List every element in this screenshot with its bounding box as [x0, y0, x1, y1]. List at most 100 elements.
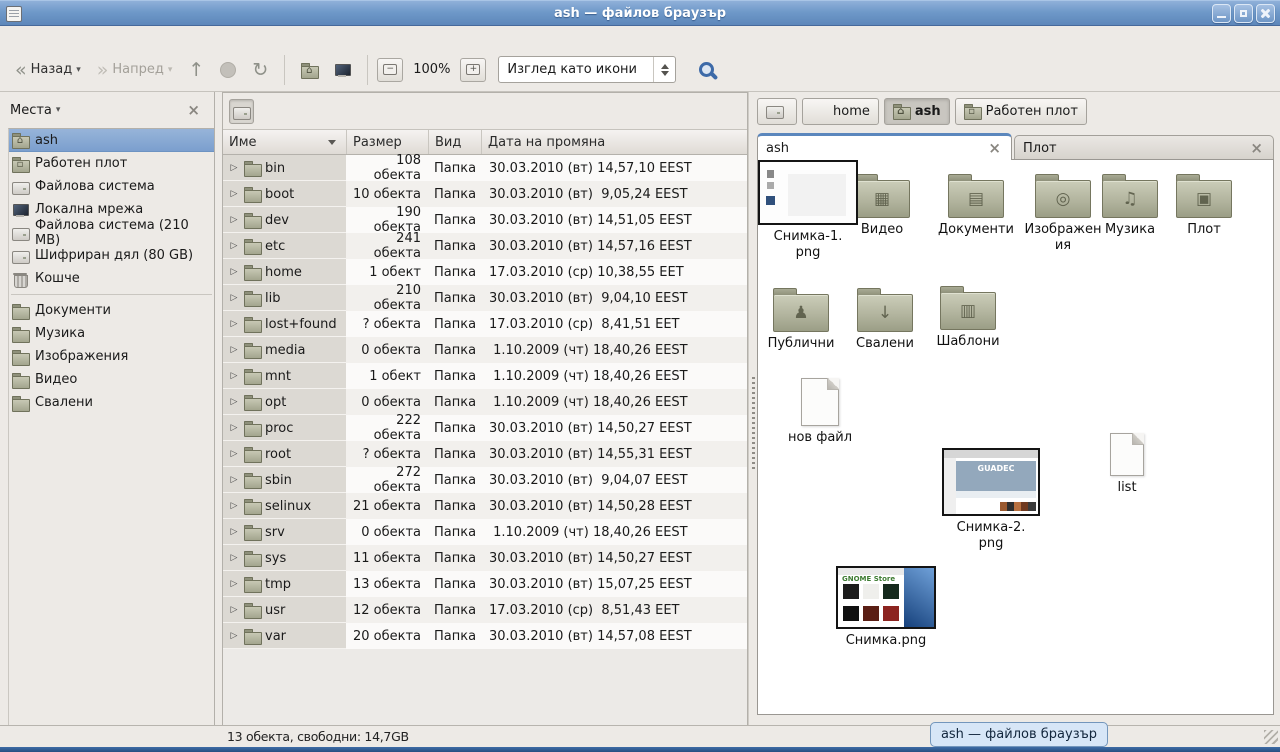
file-item[interactable]: list — [1074, 433, 1180, 496]
computer-button[interactable] — [327, 57, 358, 83]
up-button[interactable]: ↑ — [181, 57, 211, 83]
file-item[interactable]: ◎ Изображен ия — [1024, 172, 1102, 254]
tab-close-icon[interactable]: × — [1248, 139, 1265, 157]
path-button[interactable]: home — [802, 98, 879, 125]
expander-icon[interactable]: ▷ — [228, 267, 240, 277]
pane-splitter[interactable] — [215, 92, 222, 725]
expander-icon[interactable]: ▷ — [228, 501, 240, 511]
expander-icon[interactable]: ▷ — [228, 449, 240, 459]
icon-view[interactable]: ▦ Видео ▤ Документи ◎ — [757, 159, 1274, 715]
zoom-out-button[interactable]: − — [377, 58, 403, 82]
table-row[interactable]: ▷ root ? обекта Папка 30.03.2010 (вт) 14… — [223, 441, 747, 467]
taskbar-window-button[interactable]: ash — файлов браузър — [930, 722, 1108, 747]
file-item[interactable]: ♫ Музика — [1094, 172, 1166, 238]
file-item[interactable]: ♟ Публични — [763, 286, 839, 352]
sidebar-item[interactable]: Файлова система (210 MB) — [9, 221, 214, 244]
file-item[interactable]: нов файл — [770, 378, 870, 446]
back-dropdown-icon[interactable]: ▾ — [76, 65, 81, 75]
sidebar-item[interactable]: Документи — [9, 299, 214, 322]
forward-button[interactable]: » Напред ▾ — [90, 57, 180, 83]
sidebar-item[interactable]: Видео — [9, 368, 214, 391]
menu-item[interactable] — [44, 35, 64, 39]
path-button[interactable]: ⌂ ash — [884, 98, 950, 125]
table-row[interactable]: ▷ opt 0 обекта Папка 1.10.2009 (чт) 18,4… — [223, 389, 747, 415]
home-button[interactable]: ⌂ — [294, 57, 325, 83]
zoom-in-button[interactable]: + — [460, 58, 486, 82]
expander-icon[interactable]: ▷ — [228, 527, 240, 537]
table-row[interactable]: ▷ mnt 1 обект Папка 1.10.2009 (чт) 18,40… — [223, 363, 747, 389]
expander-icon[interactable]: ▷ — [228, 631, 240, 641]
expander-icon[interactable]: ▷ — [228, 579, 240, 589]
path-button[interactable]: ▫ Работен плот — [955, 98, 1087, 125]
file-item[interactable]: ↓ Свалени — [845, 286, 925, 352]
expander-icon[interactable]: ▷ — [228, 397, 240, 407]
menu-item[interactable] — [64, 35, 84, 39]
expander-icon[interactable]: ▷ — [228, 163, 240, 173]
path-button[interactable] — [757, 98, 797, 125]
sidebar-item[interactable]: Свалени — [9, 391, 214, 414]
table-row[interactable]: ▷ home 1 обект Папка 17.03.2010 (ср) 10,… — [223, 259, 747, 285]
sidebar-item[interactable]: Шифриран дял (80 GB) — [9, 244, 214, 267]
table-row[interactable]: ▷ sys 11 обекта Папка 30.03.2010 (вт) 14… — [223, 545, 747, 571]
close-button[interactable] — [1256, 4, 1275, 23]
table-row[interactable]: ▷ boot 10 обекта Папка 30.03.2010 (вт) 9… — [223, 181, 747, 207]
table-row[interactable]: ▷ var 20 обекта Папка 30.03.2010 (вт) 14… — [223, 623, 747, 649]
table-row[interactable]: ▷ srv 0 обекта Папка 1.10.2009 (чт) 18,4… — [223, 519, 747, 545]
menu-item[interactable] — [24, 35, 44, 39]
expander-icon[interactable]: ▷ — [228, 345, 240, 355]
column-header-date[interactable]: Дата на промяна — [481, 130, 747, 154]
table-row[interactable]: ▷ proc 222 обекта Папка 30.03.2010 (вт) … — [223, 415, 747, 441]
root-filesystem-button[interactable] — [229, 99, 254, 124]
menu-item[interactable] — [84, 35, 104, 39]
sidebar-item[interactable]: Кошче — [9, 267, 214, 290]
expander-icon[interactable]: ▷ — [228, 605, 240, 615]
tab[interactable]: ash × — [757, 133, 1012, 160]
table-row[interactable]: ▷ media 0 обекта Папка 1.10.2009 (чт) 18… — [223, 337, 747, 363]
table-row[interactable]: ▷ bin 108 обекта Папка 30.03.2010 (вт) 1… — [223, 155, 747, 181]
sidebar-item[interactable]: Файлова система — [9, 175, 214, 198]
table-row[interactable]: ▷ sbin 272 обекта Папка 30.03.2010 (вт) … — [223, 467, 747, 493]
expander-icon[interactable]: ▷ — [228, 475, 240, 485]
table-row[interactable]: ▷ dev 190 обекта Папка 30.03.2010 (вт) 1… — [223, 207, 747, 233]
reload-button[interactable]: ↻ — [245, 57, 275, 83]
sidebar-close-button[interactable]: × — [183, 101, 204, 119]
expander-icon[interactable]: ▷ — [228, 319, 240, 329]
table-row[interactable]: ▷ selinux 21 обекта Папка 30.03.2010 (вт… — [223, 493, 747, 519]
file-item[interactable]: Снимка.png — [836, 566, 936, 649]
menu-item[interactable] — [104, 35, 124, 39]
table-row[interactable]: ▷ lib 210 обекта Папка 30.03.2010 (вт) 9… — [223, 285, 747, 311]
resize-grip-icon[interactable] — [1264, 730, 1278, 744]
expander-icon[interactable]: ▷ — [228, 553, 240, 563]
sidebar-item[interactable]: ⌂ ash — [9, 129, 214, 152]
sidebar-item[interactable] — [9, 290, 214, 299]
combo-spinner-icon[interactable] — [653, 57, 675, 82]
file-item[interactable]: ▤ Документи — [930, 172, 1022, 238]
maximize-button[interactable] — [1234, 4, 1253, 23]
table-row[interactable]: ▷ lost+found ? обекта Папка 17.03.2010 (… — [223, 311, 747, 337]
expander-icon[interactable]: ▷ — [228, 423, 240, 433]
expander-icon[interactable]: ▷ — [228, 241, 240, 251]
minimize-button[interactable] — [1212, 4, 1231, 23]
file-item[interactable]: Снимка-2. png — [951, 448, 1031, 552]
back-button[interactable]: « Назад ▾ — [8, 57, 88, 83]
table-row[interactable]: ▷ tmp 13 обекта Папка 30.03.2010 (вт) 15… — [223, 571, 747, 597]
expander-icon[interactable]: ▷ — [228, 215, 240, 225]
expander-icon[interactable]: ▷ — [228, 371, 240, 381]
tab[interactable]: Плот × — [1014, 135, 1274, 160]
sidebar-mode-select[interactable]: Места ▾ — [10, 103, 183, 118]
file-item[interactable]: ▣ Плот — [1164, 172, 1244, 238]
file-item[interactable]: ▥ Шаблони — [928, 284, 1008, 350]
table-row[interactable]: ▷ etc 241 обекта Папка 30.03.2010 (вт) 1… — [223, 233, 747, 259]
search-button[interactable] — [690, 54, 722, 86]
expander-icon[interactable]: ▷ — [228, 293, 240, 303]
sidebar-item[interactable]: Музика — [9, 322, 214, 345]
column-header-name[interactable]: Име — [223, 130, 346, 154]
tab-close-icon[interactable]: × — [986, 139, 1003, 157]
file-item[interactable]: Снимка-1. png — [758, 160, 858, 261]
pane-splitter[interactable] — [748, 92, 757, 725]
column-header-size[interactable]: Размер — [346, 130, 428, 154]
view-mode-select[interactable]: Изглед като икони — [498, 56, 676, 83]
table-row[interactable]: ▷ usr 12 обекта Папка 17.03.2010 (ср) 8,… — [223, 597, 747, 623]
menu-item[interactable] — [4, 35, 24, 39]
expander-icon[interactable]: ▷ — [228, 189, 240, 199]
